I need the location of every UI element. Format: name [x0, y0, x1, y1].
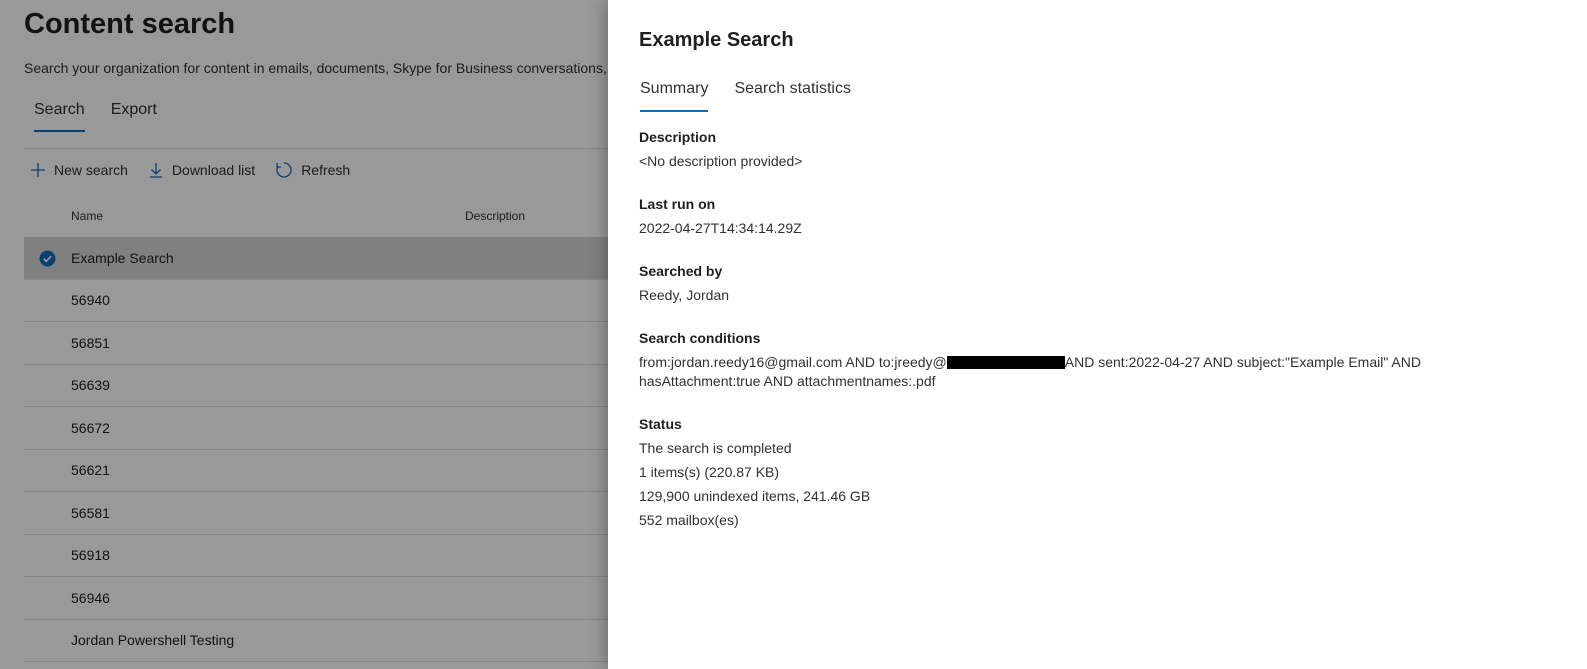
description-section: Description <No description provided> — [639, 128, 802, 171]
searched-by-value: Reedy, Jordan — [639, 287, 730, 303]
searched-by-section: Searched by Reedy, Jordan — [639, 262, 729, 305]
last-run-label: Last run on — [639, 196, 716, 212]
search-conditions-section: Search conditions from:jordan.reedy16@gm… — [639, 329, 1544, 391]
status-lines: The search is completed 1 items(s) (220.… — [639, 436, 870, 532]
status-completed: The search is completed — [639, 440, 792, 456]
description-label: Description — [639, 129, 717, 145]
last-run-value: 2022-04-27T14:34:14.29Z — [639, 220, 802, 236]
tab-summary[interactable]: Summary — [640, 78, 709, 112]
last-run-section: Last run on 2022-04-27T14:34:14.29Z — [639, 195, 802, 238]
status-section: Status The search is completed 1 items(s… — [639, 415, 870, 532]
details-panel: Example Search Summary Search statistics… — [608, 0, 1587, 669]
status-mailboxes: 552 mailbox(es) — [639, 512, 739, 528]
searched-by-label: Searched by — [639, 263, 723, 279]
search-conditions-value: from:jordan.reedy16@gmail.com AND to:jre… — [639, 353, 1544, 391]
status-label: Status — [639, 416, 682, 432]
redaction-bar — [946, 356, 1065, 369]
search-conditions-label: Search conditions — [639, 330, 761, 346]
panel-title: Example Search — [639, 29, 794, 51]
status-unindexed: 129,900 unindexed items, 241.46 GB — [639, 488, 871, 504]
description-value: <No description provided> — [639, 153, 803, 169]
status-items: 1 items(s) (220.87 KB) — [639, 464, 780, 480]
panel-tabs: Summary Search statistics — [640, 78, 877, 112]
tab-search-statistics[interactable]: Search statistics — [734, 78, 850, 112]
conditions-text-start: from:jordan.reedy16@gmail.com AND to:jre… — [639, 354, 947, 370]
